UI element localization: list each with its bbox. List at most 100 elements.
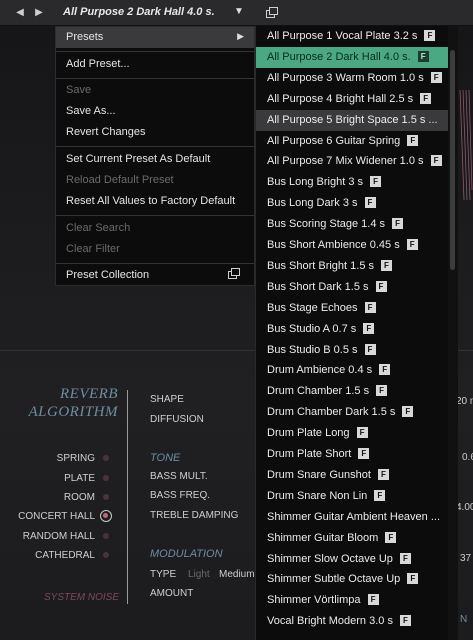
preset-item[interactable]: Vocal Bright Modern 3.0 s F [256,611,448,632]
preset-item[interactable]: Bus Short Bright 1.5 s F [256,256,448,277]
preset-item[interactable]: Drum Plate Short F [256,444,448,465]
menu-revert[interactable]: Revert Changes [66,126,146,138]
menu-separator [56,146,254,147]
preset-item[interactable]: All Purpose 6 Guitar Spring F [256,131,448,152]
preset-item-content: Drum Chamber 1.5 s F [267,385,388,397]
preset-item-content: Bus Studio A 0.7 s F [267,323,375,335]
menu-presets[interactable]: Presets ▶ [56,27,254,48]
preset-item[interactable]: Drum Chamber Dark 1.5 s F [256,402,448,423]
menu-save: Save [66,84,92,96]
preset-item-content: Drum Snare Non Lin F [267,490,386,502]
treble-damping-label: TREBLE DAMPING [150,510,239,521]
preset-item-content: All Purpose 4 Bright Hall 2.5 s F [267,93,432,105]
algorithm-cathedral[interactable]: CATHEDRAL [0,550,95,561]
algorithm-random-hall-dot[interactable] [103,533,109,539]
submenu-header [255,0,473,26]
preset-item[interactable]: Drum Snare Gunshot F [256,465,448,486]
preset-item-content: Shimmer Slow Octave Up F [267,553,411,565]
system-noise-label[interactable]: SYSTEM NOISE [44,592,119,603]
preset-item[interactable]: All Purpose 1 Vocal Plate 3.2 s F [256,26,448,47]
preset-menu: Presets ▶ Add Preset... Save Save As... … [55,26,255,286]
window-icon[interactable] [228,268,240,279]
preset-item[interactable]: Shimmer Guitar Ambient Heaven ... [256,507,448,528]
algorithm-room[interactable]: ROOM [0,492,95,503]
preset-item[interactable]: All Purpose 4 Bright Hall 2.5 s F [256,89,448,110]
preset-item[interactable]: All Purpose 2 Dark Hall 4.0 s. F [256,47,448,68]
preset-item[interactable]: Bus Studio A 0.7 s F [256,319,448,340]
preset-item[interactable]: Shimmer Vörtlimpa F [256,590,448,611]
algorithm-spring[interactable]: SPRING [0,453,95,464]
previous-preset-icon[interactable]: ◀ [14,6,26,20]
factory-badge-icon: F [399,615,411,626]
presets-submenu: All Purpose 1 Vocal Plate 3.2 s F All Purp… [255,26,448,640]
factory-badge-icon: F [356,427,368,438]
amount-label: AMOUNT [150,588,194,599]
algorithm-plate-dot[interactable] [103,475,109,481]
preset-item[interactable]: Drum Ambience 0.4 s F [256,360,448,381]
submenu-scroll-thumb[interactable] [450,50,455,270]
preset-item-label: Bus Long Dark 3 s [267,197,358,209]
window-icon[interactable] [266,7,278,18]
preset-dropdown-icon[interactable]: ▼ [234,6,244,17]
factory-badge-icon: F [375,281,387,292]
factory-badge-icon: F [363,323,375,334]
next-preset-icon[interactable]: ▶ [33,6,45,20]
preset-item[interactable]: Drum Plate Long F [256,423,448,444]
preset-item[interactable]: Drum Chamber 1.5 s F [256,381,448,402]
bass-mult-label: BASS MULT. [150,471,208,482]
preset-item[interactable]: Bus Studio B 0.5 s F [256,340,448,361]
algorithm-concert-hall-selected[interactable] [100,510,112,522]
algorithm-cathedral-dot[interactable] [103,552,109,558]
preset-item[interactable]: Drum Snare Non Lin F [256,486,448,507]
preset-item[interactable]: Bus Long Bright 3 s F [256,172,448,193]
factory-badge-icon: F [381,260,392,271]
preset-item[interactable]: All Purpose 5 Bright Space 1.5 s ... [256,110,448,131]
preset-item-label: Shimmer Guitar Ambient Heaven ... [267,511,441,523]
preset-item[interactable]: Bus Long Dark 3 s F [256,193,448,214]
preset-item-content: Drum Snare Gunshot F [267,469,389,481]
factory-badge-icon: F [385,532,397,543]
bass-freq-label: BASS FREQ. [150,490,211,501]
factory-badge-icon: F [374,490,386,501]
preset-item[interactable]: Bus Short Dark 1.5 s F [256,277,448,298]
algorithm-room-dot[interactable] [103,494,109,500]
preset-item[interactable]: Shimmer Slow Octave Up F [256,549,448,570]
reverb-title: REVERB [60,386,118,402]
menu-save-as[interactable]: Save As... [66,105,116,117]
preset-item-content: All Purpose 3 Warm Room 1.0 s F [267,72,442,84]
menu-separator [56,263,254,264]
current-preset-name[interactable]: All Purpose 2 Dark Hall 4.0 s. [63,6,215,18]
preset-item[interactable]: Shimmer Subtle Octave Up F [256,569,448,590]
preset-item-label: Drum Chamber 1.5 s [267,385,370,397]
edge-value-1: 20 m [456,396,473,407]
preset-item[interactable]: Bus Stage Echoes F [256,298,448,319]
algorithm-plate[interactable]: PLATE [0,473,95,484]
type-medium-option[interactable]: Medium [219,569,255,580]
preset-item[interactable]: All Purpose 3 Warm Room 1.0 s F [256,68,448,89]
preset-item-content: Bus Studio B 0.5 s F [267,344,376,356]
menu-reset-factory[interactable]: Reset All Values to Factory Default [66,195,235,207]
preset-item-label: Drum Plate Long [267,427,350,439]
type-light-option[interactable]: Light [188,569,210,580]
preset-item[interactable]: Bus Short Ambience 0.45 s F [256,235,448,256]
preset-item-label: Drum Ambience 0.4 s [267,364,373,376]
preset-item[interactable]: Bus Scoring Stage 1.4 s F [256,214,448,235]
menu-clear-filter: Clear Filter [66,243,120,255]
factory-badge-icon: F [407,135,419,146]
preset-item-label: All Purpose 7 Mix Widener 1.0 s [267,155,424,167]
factory-badge-icon: F [406,239,418,250]
menu-add-preset[interactable]: Add Preset... [66,58,130,70]
factory-badge-icon: F [379,364,391,375]
preset-item-content: Vocal Bright Modern 3.0 s F [267,615,411,627]
menu-preset-collection[interactable]: Preset Collection [66,269,149,281]
factory-badge-icon: F [370,176,382,187]
algorithm-spring-dot[interactable] [103,455,109,461]
preset-item[interactable]: All Purpose 7 Mix Widener 1.0 s F [256,151,448,172]
algorithm-concert-hall[interactable]: CONCERT HALL [0,511,95,522]
menu-set-default[interactable]: Set Current Preset As Default [66,153,210,165]
modulation-title: MODULATION [150,548,223,560]
algorithm-random-hall[interactable]: RANDOM HALL [0,531,95,542]
preset-item-content: Bus Long Bright 3 s F [267,176,382,188]
menu-presets-label[interactable]: Presets [66,31,103,43]
preset-item[interactable]: Shimmer Guitar Bloom F [256,528,448,549]
